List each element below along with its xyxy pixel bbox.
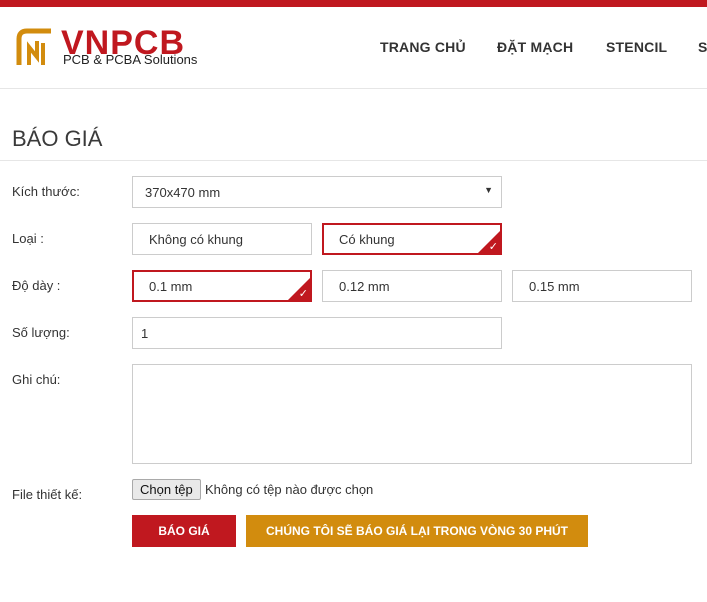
thickness-option-0-12mm[interactable]: 0.12 mm	[322, 270, 502, 302]
notes-textarea[interactable]	[132, 364, 692, 464]
size-select-value: 370x470 mm	[145, 185, 221, 200]
top-accent-bar	[0, 0, 707, 7]
thickness-label: Độ dày :	[12, 278, 61, 293]
quantity-value: 1	[141, 326, 149, 341]
nav-item-order-pcb[interactable]: ĐẶT MẠCH	[497, 39, 573, 55]
thickness-option-label: 0.15 mm	[529, 279, 580, 294]
thickness-option-0-1mm[interactable]: 0.1 mm ✓	[132, 270, 312, 302]
file-status-text: Không có tệp nào được chọn	[205, 482, 374, 497]
dropdown-arrow-icon: ▼	[484, 185, 493, 195]
checkmark-icon: ✓	[488, 241, 498, 253]
notes-label: Ghi chú:	[12, 372, 61, 387]
site-header: VNPCB PCB & PCBA Solutions TRANG CHỦ ĐẶT…	[0, 7, 707, 89]
main-nav: TRANG CHỦ ĐẶT MẠCH STENCIL S	[0, 39, 707, 59]
thickness-option-0-15mm[interactable]: 0.15 mm	[512, 270, 692, 302]
callback-notice-button[interactable]: CHÚNG TÔI SẼ BÁO GIÁ LẠI TRONG VÒNG 30 P…	[246, 515, 588, 547]
nav-item-home[interactable]: TRANG CHỦ	[380, 39, 466, 55]
quantity-input[interactable]: 1	[132, 317, 502, 349]
type-option-with-frame[interactable]: Có khung ✓	[322, 223, 502, 255]
type-option-label: Có khung	[339, 232, 395, 247]
size-label: Kích thước:	[12, 184, 80, 199]
thickness-option-label: 0.1 mm	[149, 279, 193, 294]
size-select[interactable]: 370x470 mm ▼	[132, 176, 502, 208]
title-divider	[0, 160, 707, 161]
nav-item-truncated[interactable]: S	[698, 39, 707, 55]
choose-file-button[interactable]: Chọn tệp	[132, 479, 201, 500]
file-label: File thiết kế:	[12, 487, 83, 502]
quantity-label: Số lượng:	[12, 325, 70, 340]
type-option-no-frame[interactable]: Không có khung	[132, 223, 312, 255]
nav-item-stencil[interactable]: STENCIL	[606, 39, 667, 55]
checkmark-icon: ✓	[298, 288, 308, 300]
quote-button[interactable]: BÁO GIÁ	[132, 515, 236, 547]
page-title: BÁO GIÁ	[12, 126, 103, 151]
type-label: Loại :	[12, 231, 44, 246]
type-option-label: Không có khung	[149, 232, 243, 247]
thickness-option-label: 0.12 mm	[339, 279, 390, 294]
